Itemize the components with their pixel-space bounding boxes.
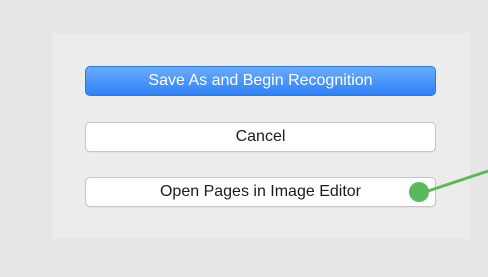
annotation-pointer-line bbox=[427, 169, 488, 193]
annotation-marker-dot bbox=[409, 182, 429, 202]
